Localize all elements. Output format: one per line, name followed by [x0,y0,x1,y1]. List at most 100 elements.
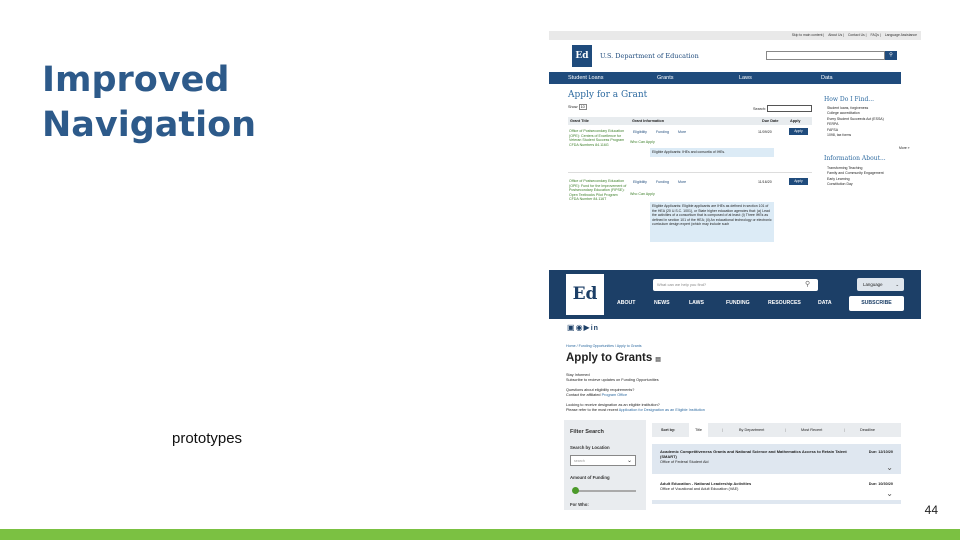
tab-eligibility[interactable]: Eligibility [633,130,647,134]
eligibility-box: Eligible Applicants: IHEs and consortia … [650,148,774,157]
utility-link[interactable]: Contact Us [848,33,865,37]
sort-option-deadline[interactable]: Deadline [860,423,875,437]
slide-title: Improved Navigation [42,58,342,148]
grant-card[interactable]: Adult Education - National Leadership Ac… [652,476,901,504]
nav-item-grants[interactable]: Grants [657,72,674,84]
location-label: Search by Location [570,445,610,450]
search-input[interactable]: What can we help you find? [653,279,818,291]
grant-title-link[interactable]: Office of Postsecondary Education (OPE):… [569,129,627,147]
sort-label: Sort by: [661,428,676,432]
grant-title-link[interactable]: Office of Postsecondary Education (OPE):… [569,179,627,202]
table-header: Grant Title Grant Information Due Date A… [568,117,812,125]
main-nav: Student Loans Grants Laws Data [549,72,901,84]
who-can-apply-label: Who Can Apply [630,140,655,144]
search-button[interactable]: ⚲ [885,51,897,60]
ed-logo[interactable]: Ed [566,274,604,315]
sort-option-recent[interactable]: Most Recent [801,423,822,437]
nav-item-student-loans[interactable]: Student Loans [568,72,603,84]
nav-item-news[interactable]: NEWS [654,300,670,306]
chevron-down-icon[interactable]: ⌄ [886,489,893,498]
nav-item-about[interactable]: ABOUT [617,300,635,306]
table-search-label: Search: [753,107,767,111]
grant-tabs: Eligibility Funding More [633,130,694,134]
show-select[interactable]: 10 [578,104,587,110]
due-date: 11/16/20 [758,180,772,184]
questions-text: Contact the affiliated [566,392,601,397]
column-header-info: Grant Information [632,119,665,123]
stay-informed-text[interactable]: Subscribe to recieve updates on Funding … [566,378,659,383]
grant-card-office: Office of Vocational and Adult Education… [660,486,739,491]
site-header: Ed What can we help you find? ⚲ Language… [549,270,921,319]
breadcrumb[interactable]: Home / Funding Opportunities / Apply to … [566,344,642,348]
nav-item-resources[interactable]: RESOURCES [768,300,801,306]
tab-more[interactable]: More [678,130,686,134]
funding-slider-track[interactable] [574,490,636,492]
page-title: Apply for a Grant [568,90,648,100]
tab-funding[interactable]: Funding [656,180,669,184]
column-header-title[interactable]: Grant Title [570,117,589,125]
search-input[interactable] [766,51,885,60]
slide-title-line-1: Improved [42,60,230,100]
chevron-down-icon: ⌄ [626,458,632,464]
instagram-icon[interactable]: ▣ [567,323,576,332]
designation-text: Please refer to the most recent [566,407,618,412]
program-office-link[interactable]: Program Office [602,393,627,397]
for-who-label: For Who: [570,502,589,507]
utility-link[interactable]: FAQs [871,33,879,37]
nav-item-laws[interactable]: LAWS [689,300,704,306]
apply-button[interactable]: Apply [789,178,808,185]
grant-card[interactable]: Academic Competitiveness Grants and Nati… [652,444,901,474]
sort-bar: Sort by: Title | By Department | Most Re… [652,423,901,437]
sort-divider: | [722,428,723,432]
old-site-screenshot: Skip to main content | About Us | Contac… [549,31,921,242]
show-label: Show [568,105,578,109]
rss-icon[interactable]: ▤ [655,357,661,363]
eligibility-box: Eligible Applicants: Eligible applicants… [650,202,774,242]
facebook-icon[interactable]: ◉ [576,323,584,332]
sort-option-title[interactable]: Title [689,423,709,437]
tab-funding[interactable]: Funding [656,130,669,134]
ed-logo[interactable]: Ed [572,45,592,67]
language-select[interactable]: Language ⌄ [857,278,904,291]
utility-link[interactable]: Skip to main content [792,33,823,37]
nav-item-funding[interactable]: FUNDING [726,300,750,306]
funding-slider-handle[interactable] [572,487,579,494]
utility-link[interactable]: Language Assistance [885,33,917,37]
nav-item-laws[interactable]: Laws [739,72,752,84]
sort-option-department[interactable]: By Department [739,423,764,437]
slide-caption: prototypes [172,430,243,447]
linkedin-icon[interactable]: in [591,325,599,332]
utility-link[interactable]: About Us [828,33,842,37]
nav-item-data[interactable]: DATA [818,300,832,306]
youtube-icon[interactable]: ▶ [584,323,591,332]
brand-name[interactable]: U.S. Department of Education [600,52,699,60]
nav-item-data[interactable]: Data [821,72,833,84]
tab-eligibility[interactable]: Eligibility [633,180,647,184]
tab-more[interactable]: More [678,180,686,184]
table-search-input[interactable] [767,105,812,112]
new-site-screenshot: Ed What can we help you find? ⚲ Language… [549,270,921,510]
grant-card-due: Due: 10/30/20 [868,482,893,486]
designation-link[interactable]: Application for Designation as an Eligib… [619,408,705,412]
find-link[interactable]: 1098, tax forms [827,133,884,138]
column-header-due[interactable]: Due Date [762,117,778,125]
more-link[interactable]: More » [899,146,910,150]
grant-card-title[interactable]: Academic Competitiveness Grants and Nati… [660,449,850,460]
page-title: Apply to Grants ▤ [566,352,661,364]
chevron-down-icon: ⌄ [895,282,899,287]
chevron-down-icon[interactable]: ⌄ [886,463,893,472]
sort-divider: | [844,428,845,432]
search-icon[interactable]: ⚲ [805,279,810,291]
grant-card-due: Due: 12/10/20 [868,450,893,454]
subscribe-button[interactable]: SUBSCRIBE [849,296,904,311]
sidebar-heading-find: How Do I Find... [824,96,875,103]
filter-panel: Filter Search Search by Location search ⌄… [564,420,646,510]
location-input[interactable]: search ⌄ [570,455,636,466]
show-entries[interactable]: Show 10 [568,104,587,110]
page-title-text: Apply to Grants [566,352,653,364]
page-number: 44 [924,503,938,517]
designation-block: Looking to receive designation as an eli… [566,403,705,412]
sort-divider: | [785,428,786,432]
apply-button[interactable]: Apply [789,128,808,135]
info-link[interactable]: Constitution Day [827,182,884,187]
